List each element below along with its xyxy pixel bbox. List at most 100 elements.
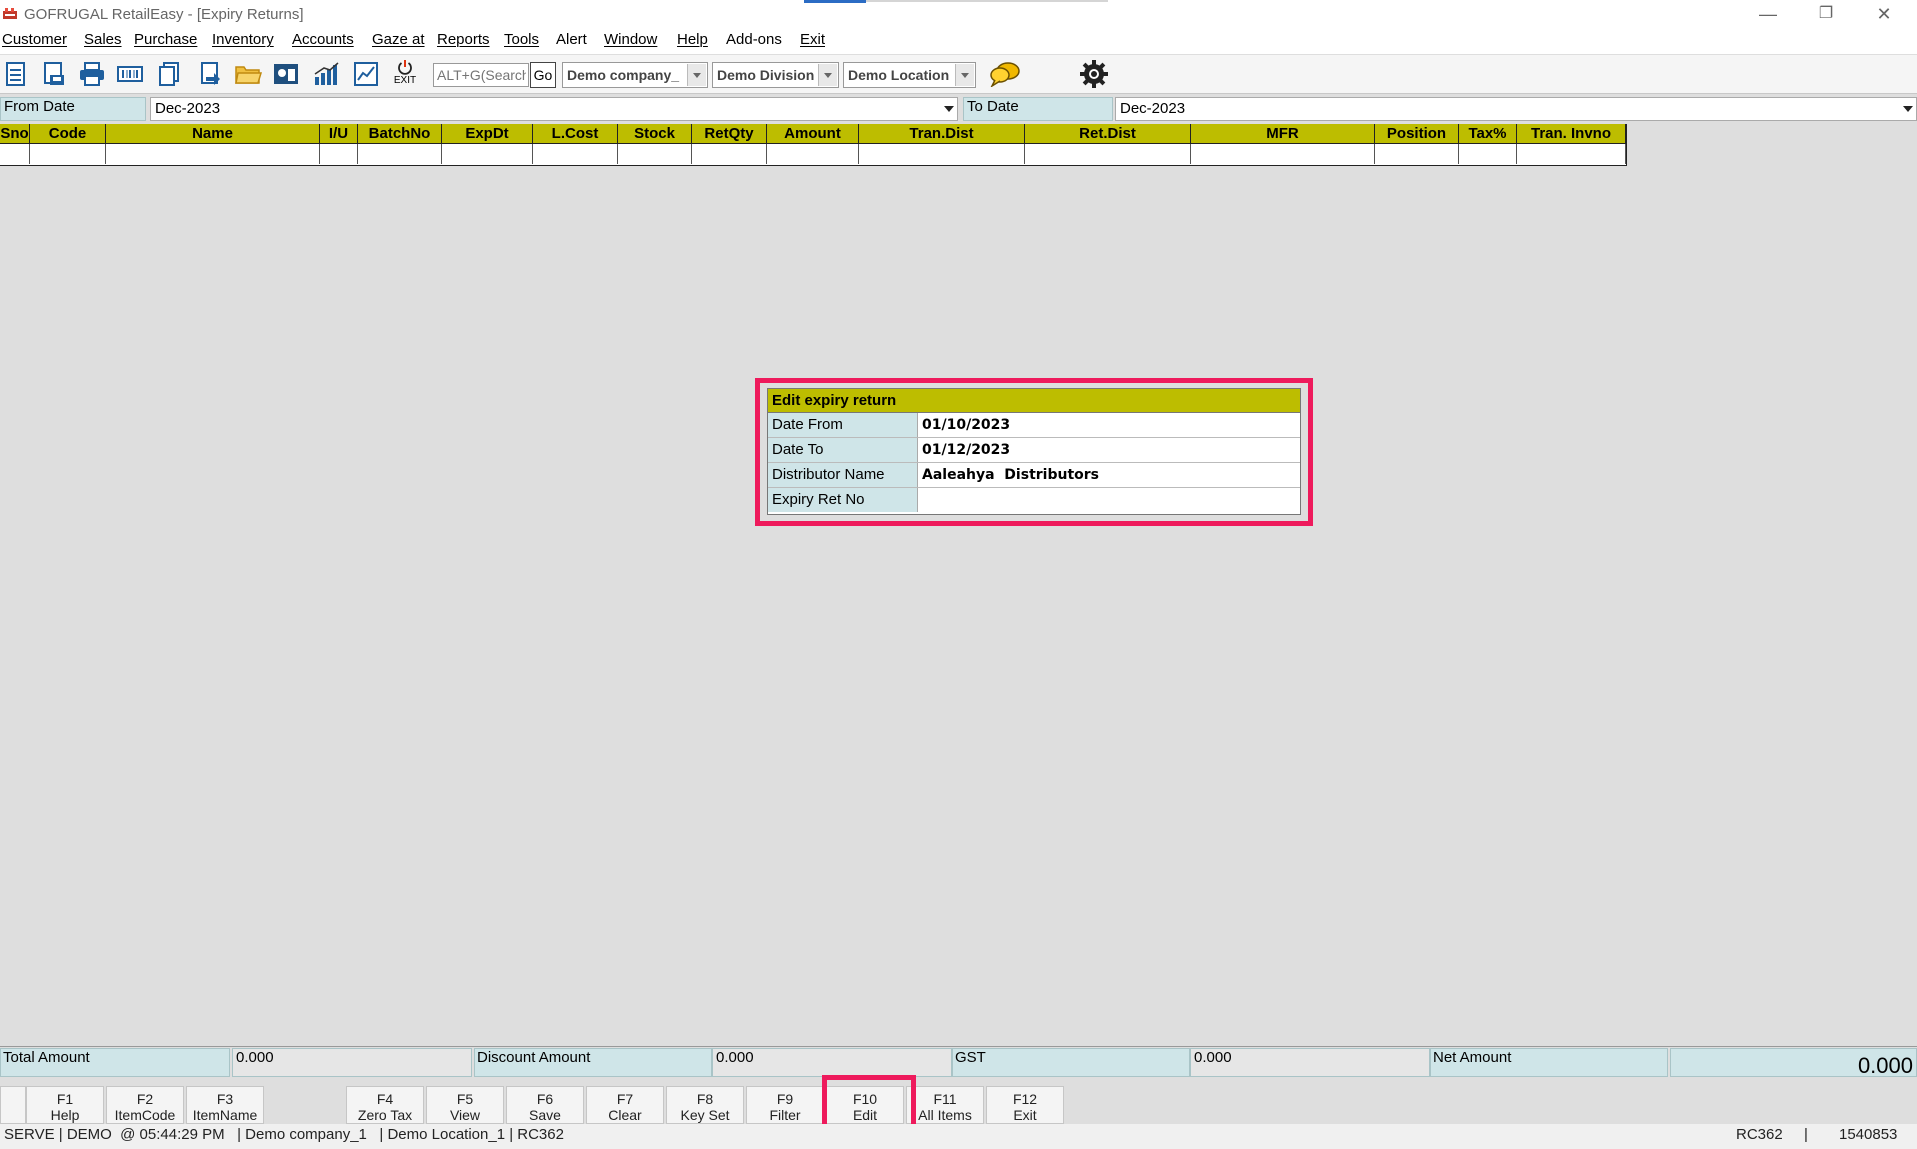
- exit-label: EXIT: [393, 75, 417, 86]
- date-to-value[interactable]: 01/12/2023: [922, 438, 1010, 462]
- grid-cell[interactable]: [106, 144, 320, 164]
- location-select[interactable]: Demo Location: [843, 62, 976, 88]
- save-document-icon[interactable]: [40, 61, 68, 87]
- menu-alert[interactable]: Alert: [556, 30, 587, 54]
- grid-cell[interactable]: [1191, 144, 1375, 164]
- menu-help[interactable]: Help: [677, 30, 708, 54]
- f5-view-button[interactable]: F5 View: [426, 1086, 504, 1124]
- f1-help-button[interactable]: F1 Help: [26, 1086, 104, 1124]
- column-header-retdist[interactable]: Ret.Dist: [1025, 124, 1191, 144]
- new-document-icon[interactable]: [2, 61, 30, 87]
- menu-tools[interactable]: Tools: [504, 30, 539, 54]
- minimize-button[interactable]: —: [1746, 2, 1790, 26]
- f4-zero-tax-button[interactable]: F4 Zero Tax: [346, 1086, 424, 1124]
- fkey-label: Key Set: [680, 1107, 730, 1123]
- fkey-label: Save: [529, 1107, 561, 1123]
- copy-document-icon[interactable]: [156, 61, 184, 87]
- menu-inventory[interactable]: Inventory: [212, 30, 274, 54]
- grid-cell[interactable]: [1025, 144, 1191, 164]
- exit-button[interactable]: EXIT: [390, 59, 420, 91]
- folder-open-icon[interactable]: [234, 61, 262, 87]
- edit-expiry-return-dialog: Edit expiry return Date From 01/10/2023 …: [767, 388, 1301, 515]
- column-header-position[interactable]: Position: [1375, 124, 1459, 144]
- to-date-label: To Date: [963, 97, 1113, 121]
- f3-itemname-button[interactable]: F3 ItemName: [186, 1086, 264, 1124]
- date-to-row[interactable]: Date To 01/12/2023: [768, 438, 1300, 463]
- column-header-iu[interactable]: I/U: [320, 124, 358, 144]
- column-header-mfr[interactable]: MFR: [1191, 124, 1375, 144]
- grid-cell[interactable]: [618, 144, 692, 164]
- line-chart-icon[interactable]: [352, 61, 380, 87]
- to-date-field[interactable]: Dec-2023: [1115, 97, 1917, 121]
- barcode-icon[interactable]: [116, 61, 144, 87]
- status-code: RC362: [1736, 1126, 1783, 1143]
- menu-accounts[interactable]: Accounts: [292, 30, 354, 54]
- column-header-sno[interactable]: Sno: [0, 124, 30, 144]
- document-export-icon[interactable]: [196, 61, 224, 87]
- grid-cell[interactable]: [533, 144, 618, 164]
- date-from-row[interactable]: Date From 01/10/2023: [768, 413, 1300, 438]
- fkey-code: F6: [536, 1091, 554, 1107]
- menu-gaze-at[interactable]: Gaze at: [372, 30, 425, 54]
- column-header-name[interactable]: Name: [106, 124, 320, 144]
- distributor-name-value[interactable]: Aaleahya Distributors: [922, 463, 1099, 487]
- f11-all-items-button[interactable]: F11 All Items: [906, 1086, 984, 1124]
- reports-icon[interactable]: [272, 61, 300, 87]
- app-icon: [3, 8, 17, 19]
- restore-button[interactable]: ❐: [1804, 2, 1848, 26]
- company-select[interactable]: Demo company_: [562, 62, 708, 88]
- distributor-name-row[interactable]: Distributor Name Aaleahya Distributors: [768, 463, 1300, 488]
- menu-exit[interactable]: Exit: [800, 30, 825, 54]
- menu-customer[interactable]: Customer: [2, 30, 67, 54]
- column-header-code[interactable]: Code: [30, 124, 106, 144]
- menu-window[interactable]: Window: [604, 30, 657, 54]
- f2-itemcode-button[interactable]: F2 ItemCode: [106, 1086, 184, 1124]
- grid-cell[interactable]: [1459, 144, 1517, 164]
- column-header-stock[interactable]: Stock: [618, 124, 692, 144]
- grid-cell[interactable]: [30, 144, 106, 164]
- column-header-amount[interactable]: Amount: [767, 124, 859, 144]
- chevron-down-icon[interactable]: [1901, 101, 1915, 117]
- close-button[interactable]: ✕: [1862, 2, 1906, 26]
- expiry-ret-no-row[interactable]: Expiry Ret No: [768, 488, 1300, 513]
- location-value: Demo Location: [848, 67, 950, 83]
- settings-gear-icon[interactable]: [1079, 59, 1109, 89]
- column-header-trandist[interactable]: Tran.Dist: [859, 124, 1025, 144]
- column-header-tax[interactable]: Tax%: [1459, 124, 1517, 144]
- grid-cell[interactable]: [1517, 144, 1626, 164]
- chevron-down-icon[interactable]: [942, 101, 956, 117]
- grid-cell[interactable]: [0, 144, 30, 164]
- grid-cell[interactable]: [358, 144, 442, 164]
- go-button[interactable]: Go: [530, 62, 556, 88]
- date-from-value[interactable]: 01/10/2023: [922, 413, 1010, 437]
- column-header-lcost[interactable]: L.Cost: [533, 124, 618, 144]
- f8-key-set-button[interactable]: F8 Key Set: [666, 1086, 744, 1124]
- menu-purchase[interactable]: Purchase: [134, 30, 197, 54]
- f12-exit-button[interactable]: F12 Exit: [986, 1086, 1064, 1124]
- menu-add-ons[interactable]: Add-ons: [726, 30, 782, 54]
- chevron-down-icon: [687, 64, 706, 86]
- total-amount-label: Total Amount: [0, 1048, 230, 1077]
- grid-cell[interactable]: [859, 144, 1025, 164]
- menu-sales[interactable]: Sales: [84, 30, 122, 54]
- grid-cell[interactable]: [1375, 144, 1459, 164]
- grid-cell[interactable]: [320, 144, 358, 164]
- chat-icon[interactable]: [989, 61, 1021, 87]
- f9-filter-button[interactable]: F9 Filter: [746, 1086, 824, 1124]
- column-header-traninvno[interactable]: Tran. Invno: [1517, 124, 1626, 144]
- grid-cell[interactable]: [692, 144, 767, 164]
- from-date-field[interactable]: Dec-2023: [150, 97, 958, 121]
- print-icon[interactable]: [78, 61, 106, 87]
- division-select[interactable]: Demo Division: [712, 62, 839, 88]
- search-input[interactable]: [433, 63, 529, 87]
- bar-chart-icon[interactable]: [312, 61, 340, 87]
- column-header-retqty[interactable]: RetQty: [692, 124, 767, 144]
- column-header-batchno[interactable]: BatchNo: [358, 124, 442, 144]
- f7-clear-button[interactable]: F7 Clear: [586, 1086, 664, 1124]
- grid-cell[interactable]: [767, 144, 859, 164]
- f6-save-button[interactable]: F6 Save: [506, 1086, 584, 1124]
- window-title: GOFRUGAL RetailEasy - [Expiry Returns]: [24, 6, 304, 23]
- column-header-expdt[interactable]: ExpDt: [442, 124, 533, 144]
- menu-reports[interactable]: Reports: [437, 30, 490, 54]
- grid-cell[interactable]: [442, 144, 533, 164]
